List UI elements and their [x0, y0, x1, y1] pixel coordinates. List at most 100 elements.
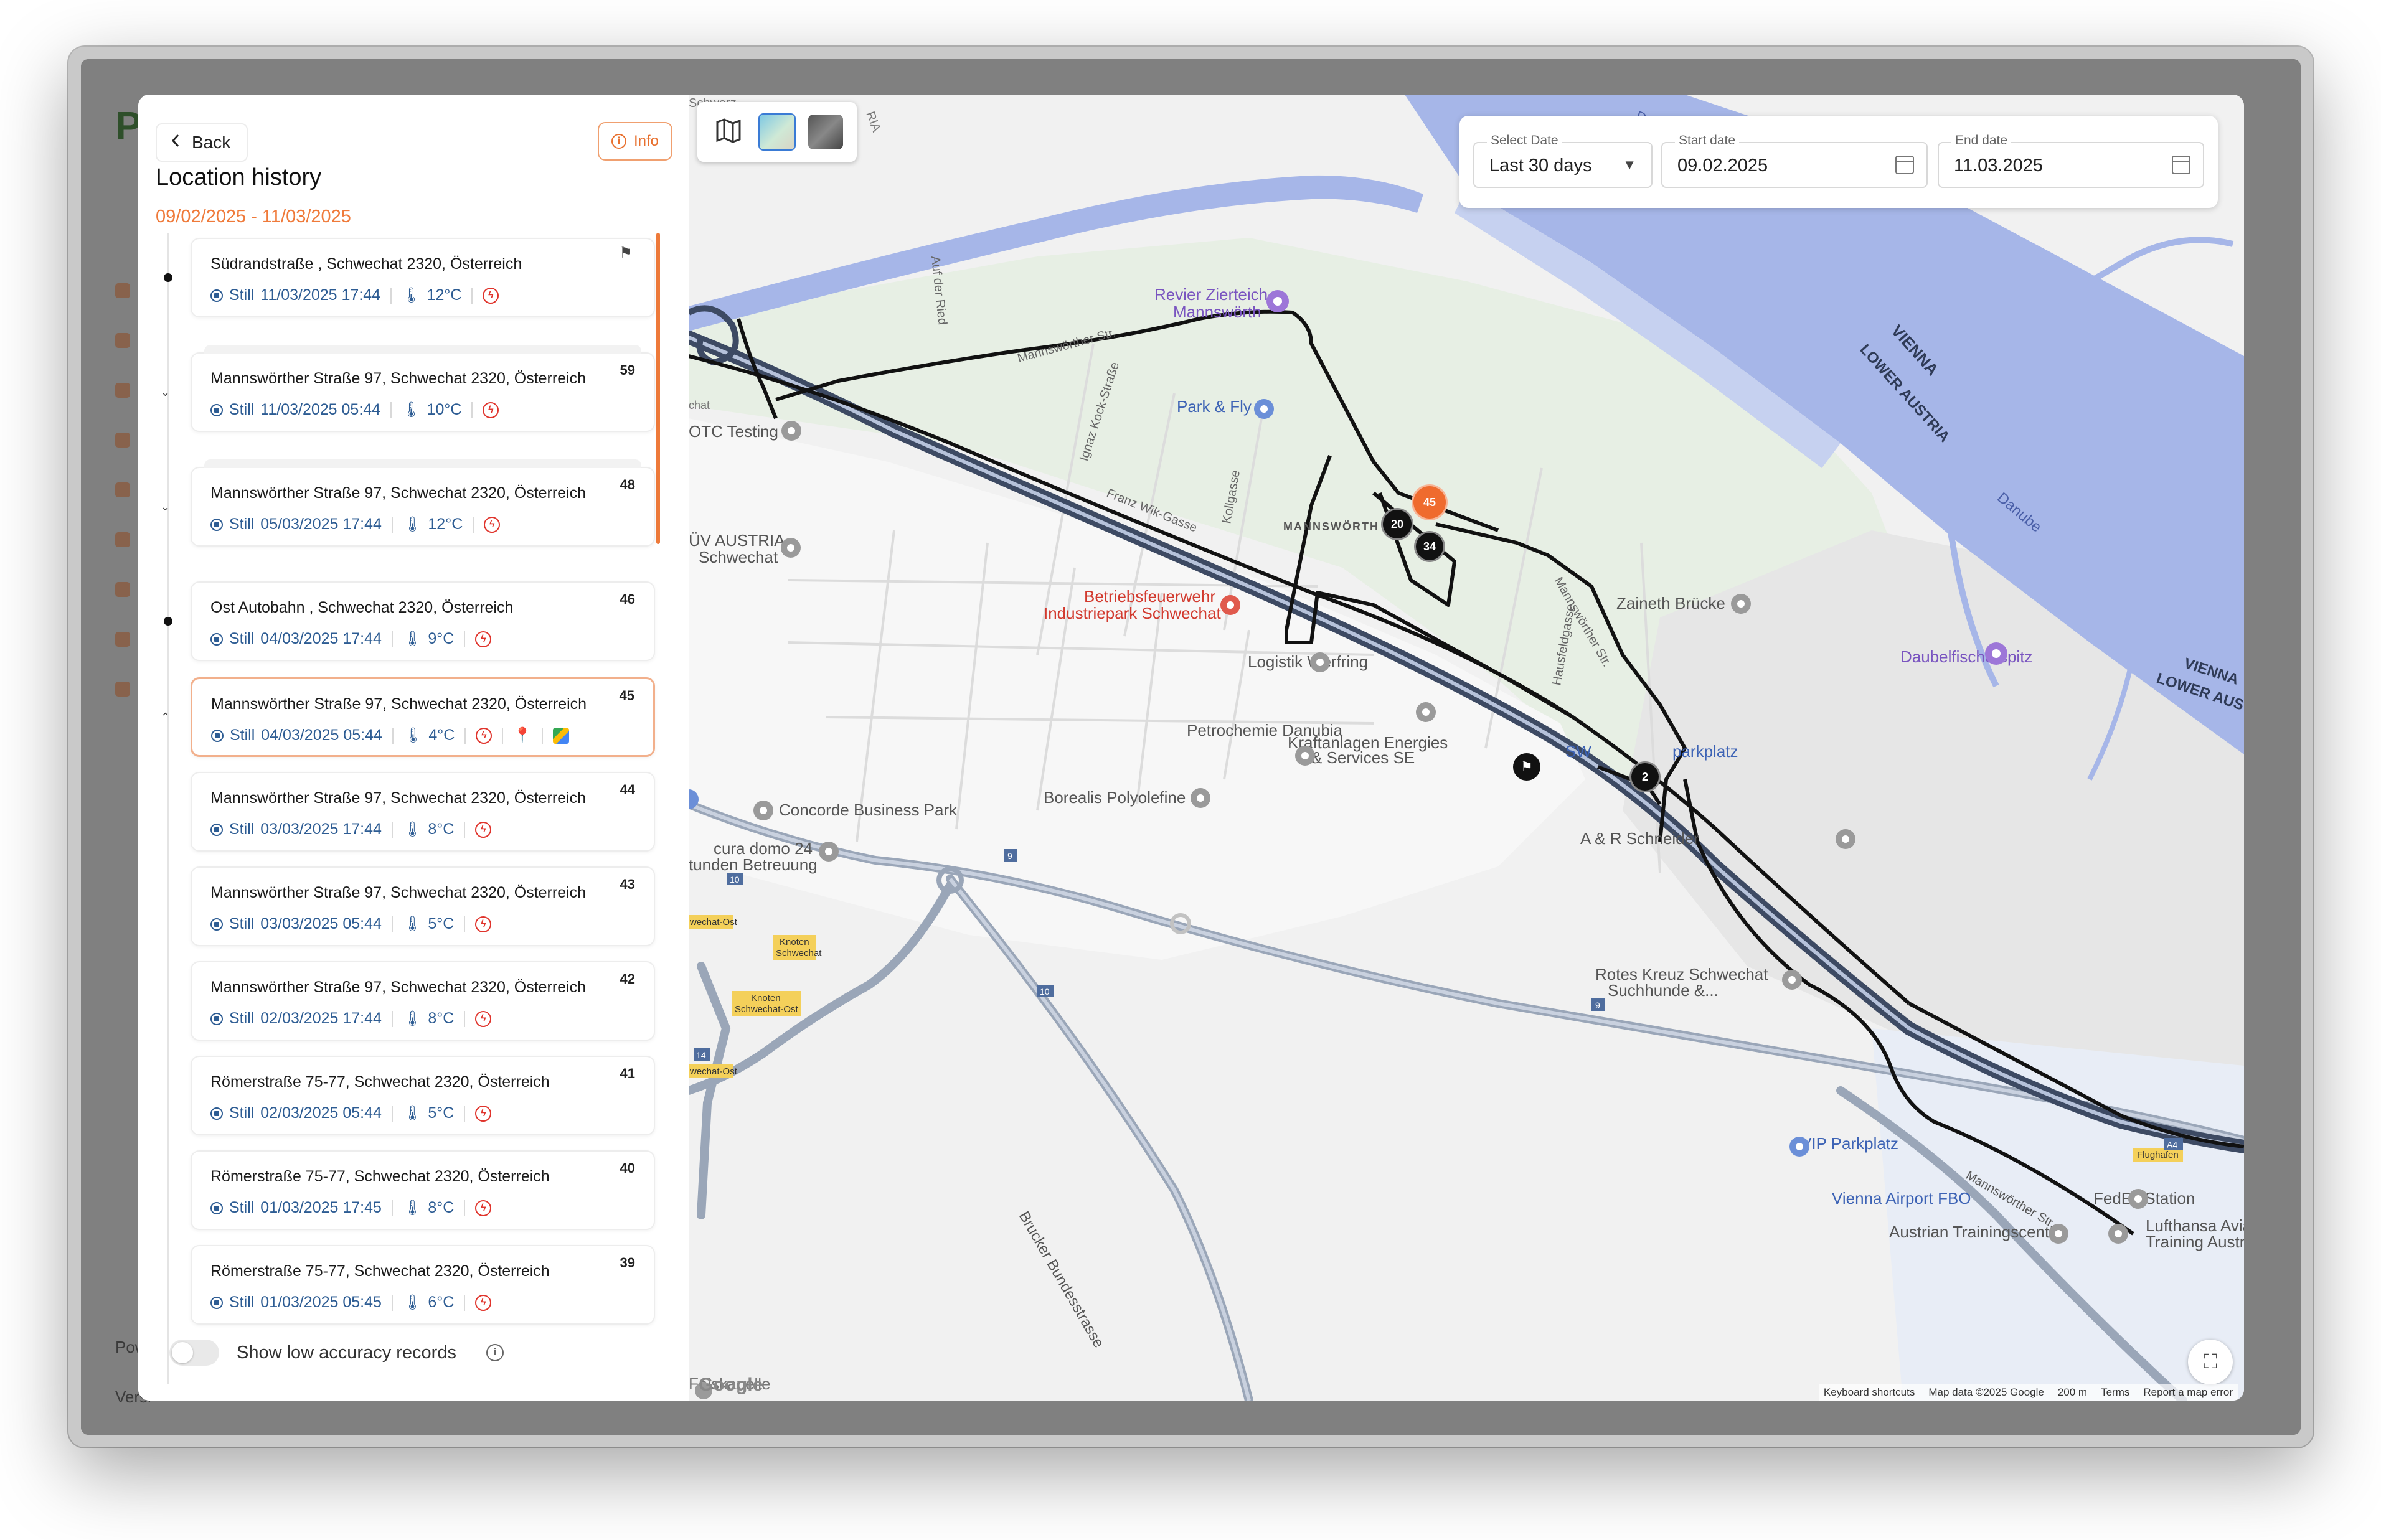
divider: [391, 516, 393, 533]
divider: [391, 1294, 393, 1311]
timeline-dot: [164, 273, 172, 282]
record-address: Mannswörther Straße 97, Schwechat 2320, …: [210, 979, 587, 996]
back-label: Back: [192, 133, 231, 152]
record-temperature: 8°C: [428, 820, 455, 838]
divider: [391, 631, 393, 647]
map-label: tunden Betreuung: [689, 855, 818, 874]
history-record-card[interactable]: Mannswörther Straße 97, Schwechat 2320, …: [191, 772, 655, 852]
location-pin-icon[interactable]: 📍: [513, 726, 532, 744]
chevron-down-icon[interactable]: ⌄: [161, 386, 170, 399]
record-address: Mannswörther Straße 97, Schwechat 2320, …: [210, 484, 587, 502]
chevron-up-icon[interactable]: ⌃: [161, 711, 170, 724]
history-record-card[interactable]: Mannswörther Straße 97, Schwechat 2320, …: [191, 677, 655, 757]
map-label: wechat-Ost: [689, 1066, 738, 1077]
record-datetime: 03/03/2025 17:44: [260, 820, 382, 838]
map-icon: [715, 117, 742, 148]
start-date-label: Start date: [1675, 133, 1740, 148]
select-date-value: Last 30 days: [1489, 156, 1592, 176]
record-datetime: 05/03/2025 17:44: [260, 515, 382, 533]
terrain-view-button[interactable]: [758, 113, 796, 151]
map-label: 9: [1007, 851, 1012, 861]
record-status: Still: [229, 820, 255, 838]
still-status-icon: [210, 823, 223, 836]
record-meta: Still 11/03/2025 05:44 🌡 10°C ϟ: [210, 401, 499, 419]
history-record-card[interactable]: Römerstraße 75-77, Schwechat 2320, Öster…: [191, 1150, 655, 1230]
history-record-card[interactable]: Römerstraße 75-77, Schwechat 2320, Öster…: [191, 1056, 655, 1135]
stacked-records-indicator: [204, 459, 641, 468]
map-cluster-marker[interactable]: 20: [1381, 508, 1413, 540]
record-meta: Still 01/03/2025 17:45 🌡 8°C ϟ: [210, 1199, 492, 1217]
sidebar-icon: [115, 532, 130, 547]
end-flag-marker[interactable]: ⚑: [1513, 753, 1540, 781]
google-maps-icon[interactable]: [553, 727, 570, 744]
map-label: Brucker Bundesstrasse: [1016, 1209, 1107, 1351]
thermometer-icon: 🌡: [402, 916, 422, 932]
still-status-icon: [210, 918, 223, 931]
history-record-card[interactable]: Südrandstraße , Schwechat 2320, Österrei…: [191, 238, 655, 317]
history-record-card[interactable]: Mannswörther Straße 97, Schwechat 2320, …: [191, 961, 655, 1041]
timeline-line: [167, 233, 169, 1384]
record-number: 43: [620, 876, 635, 892]
end-date-field[interactable]: End date 11.03.2025: [1938, 133, 2204, 188]
thermometer-icon: 🌡: [402, 1200, 422, 1216]
calendar-icon[interactable]: [1895, 156, 1914, 174]
record-status: Still: [229, 630, 255, 647]
end-date-label: End date: [1951, 133, 2012, 148]
low-accuracy-toggle[interactable]: [169, 1340, 219, 1366]
info-button[interactable]: i Info: [598, 122, 673, 161]
keyboard-shortcuts-link[interactable]: Keyboard shortcuts: [1824, 1386, 1915, 1399]
back-button[interactable]: Back: [156, 123, 248, 162]
thermometer-icon: 🌡: [402, 1010, 422, 1027]
history-record-card[interactable]: Mannswörther Straße 97, Schwechat 2320, …: [191, 459, 655, 547]
low-accuracy-label: Show low accuracy records: [237, 1342, 456, 1363]
terms-link[interactable]: Terms: [2101, 1386, 2129, 1399]
map-cluster-marker[interactable]: 34: [1414, 531, 1445, 562]
satellite-view-button[interactable]: [808, 115, 843, 149]
history-record-card[interactable]: Mannswörther Straße 97, Schwechat 2320, …: [191, 866, 655, 946]
history-record-card[interactable]: Römerstraße 75-77, Schwechat 2320, Öster…: [191, 1245, 655, 1325]
start-date-value: 09.02.2025: [1677, 156, 1768, 176]
record-temperature: 6°C: [428, 1294, 455, 1311]
record-number: 40: [620, 1160, 635, 1176]
map-label: & Services SE: [1311, 748, 1415, 767]
recenter-button[interactable]: ⛶: [2188, 1340, 2233, 1384]
calendar-icon[interactable]: [2172, 156, 2190, 174]
stacked-records-indicator: [204, 345, 641, 354]
start-date-field[interactable]: Start date 09.02.2025: [1661, 133, 1928, 188]
divider: [392, 727, 394, 744]
map-cluster-marker[interactable]: 2: [1629, 761, 1661, 792]
map-view-button[interactable]: [711, 115, 746, 149]
record-status: Still: [229, 1294, 255, 1311]
power-off-icon: ϟ: [475, 1200, 492, 1216]
scrollbar[interactable]: [656, 233, 660, 544]
map-label: OTC Testing: [689, 422, 778, 441]
history-record-card[interactable]: Mannswörther Straße 97, Schwechat 2320, …: [191, 345, 655, 432]
record-meta: Still 02/03/2025 05:44 🌡 5°C ϟ: [210, 1104, 492, 1122]
report-error-link[interactable]: Report a map error: [2143, 1386, 2233, 1399]
power-off-icon: ϟ: [475, 916, 492, 932]
map-label: wechat-Ost: [689, 917, 738, 927]
still-status-icon: [210, 1296, 223, 1309]
google-logo: Google: [699, 1374, 763, 1395]
history-record-card[interactable]: Ost Autobahn , Schwechat 2320, Österreic…: [191, 581, 655, 661]
record-datetime: 04/03/2025 17:44: [260, 630, 382, 647]
divider: [391, 1105, 393, 1122]
map-view[interactable]: VIENNA LOWER AUSTRIA Danube Danub VIENNA…: [689, 95, 2244, 1401]
select-date-label: Select Date: [1487, 133, 1562, 148]
divider: [390, 287, 392, 304]
map-label: Flughafen: [2137, 1150, 2179, 1160]
divider: [464, 1294, 466, 1311]
record-meta: Still 11/03/2025 17:44 🌡 12°C ϟ: [210, 286, 499, 304]
map-cluster-marker[interactable]: 45: [1412, 484, 1448, 520]
record-number: 42: [620, 971, 635, 987]
divider: [471, 401, 473, 418]
map-label: parkplatz: [1672, 742, 1738, 761]
history-list[interactable]: Südrandstraße , Schwechat 2320, Österrei…: [138, 233, 689, 1384]
info-icon[interactable]: i: [486, 1344, 504, 1361]
chevron-down-icon[interactable]: ⌄: [161, 500, 170, 514]
select-date-dropdown[interactable]: Select Date Last 30 days ▼: [1473, 133, 1653, 188]
record-address: Mannswörther Straße 97, Schwechat 2320, …: [210, 789, 587, 807]
divider: [542, 727, 544, 744]
map-canvas[interactable]: VIENNA LOWER AUSTRIA Danube Danub VIENNA…: [689, 95, 2244, 1401]
map-label: A4: [2167, 1140, 2177, 1150]
